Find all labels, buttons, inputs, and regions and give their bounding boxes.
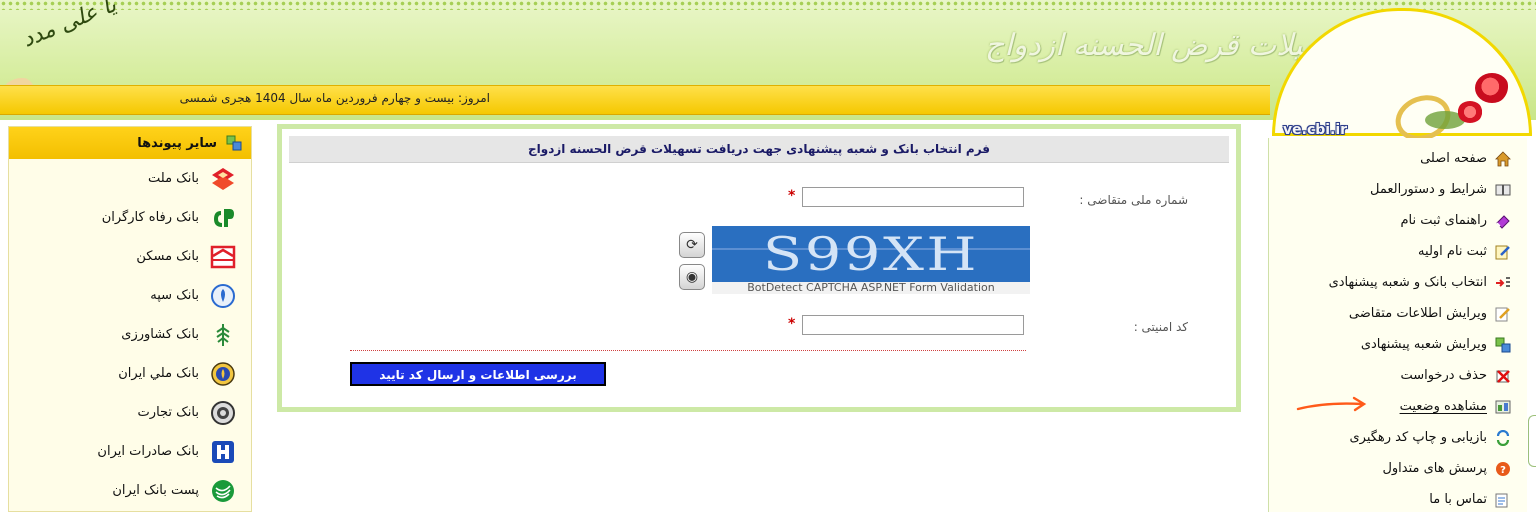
link-label: بانک ملي ایران (118, 366, 199, 381)
link-label: بانک تجارت (137, 405, 199, 420)
captcha-sound-button[interactable]: ◉ (679, 264, 705, 290)
book-icon (1495, 182, 1511, 198)
required-mark: * (788, 188, 796, 204)
national-id-input[interactable] (802, 187, 1024, 207)
link-bank-melli[interactable]: بانک ملي ایران (9, 354, 251, 393)
help-icon: ? (1495, 461, 1511, 477)
nav-item-select-branch[interactable]: انتخاب بانک و شعبه پیشنهادی (1269, 267, 1527, 298)
other-links-header: سایر پیوندها (9, 127, 251, 159)
nav-item-label: انتخاب بانک و شعبه پیشنهادی (1328, 275, 1487, 290)
nav-item-label: ویرایش اطلاعات متقاضی (1348, 306, 1487, 321)
annotation-arrow-icon (1296, 396, 1367, 412)
links-icon (225, 135, 243, 151)
nav-item-edit-branch[interactable]: ویرایش شعبه پیشنهادی (1269, 329, 1527, 360)
form-title: فرم انتخاب بانک و شعبه پیشنهادی جهت دریا… (289, 136, 1229, 163)
nav-item-label: حذف درخواست (1400, 368, 1487, 383)
svg-text:?: ? (1500, 465, 1506, 476)
link-bank-maskan[interactable]: بانک مسکن (9, 237, 251, 276)
rose-icon (1475, 73, 1509, 103)
side-tab[interactable] (1528, 415, 1536, 467)
nav-item-label: صفحه اصلی (1420, 151, 1487, 166)
refresh-icon (1495, 429, 1511, 446)
link-label: پست بانک ایران (112, 483, 199, 498)
rose-icon (1457, 101, 1483, 123)
link-bank-keshavarzi[interactable]: بانک کشاورزی (9, 315, 251, 354)
link-bank-saderat[interactable]: بانک صادرات ایران (9, 432, 251, 471)
home-icon (1495, 150, 1511, 167)
status-icon (1495, 399, 1511, 415)
link-label: بانک کشاورزی (121, 327, 199, 342)
delete-icon (1495, 368, 1511, 384)
nav-item-edit-applicant[interactable]: ویرایش اطلاعات متقاضی (1269, 298, 1527, 329)
main-navigation: صفحه اصلی شرایط و دستورالعمل راهنمای ثبت… (1268, 138, 1527, 512)
nav-item-guide[interactable]: راهنمای ثبت نام (1269, 205, 1527, 236)
nav-item-register[interactable]: ثبت نام اولیه (1269, 236, 1527, 267)
branch-selection-form: فرم انتخاب بانک و شعبه پیشنهادی جهت دریا… (277, 124, 1241, 412)
nav-item-faq[interactable]: ? پرسش های متداول (1269, 453, 1527, 484)
captcha-text: S99XH (762, 227, 980, 281)
link-label: بانک صادرات ایران (97, 444, 199, 459)
link-label: بانک سپه (150, 288, 199, 303)
bank-maskan-icon (209, 243, 237, 271)
nav-item-label: تماس با ما (1429, 492, 1487, 507)
bank-melli-icon (209, 360, 237, 388)
captcha-caption: BotDetect CAPTCHA ASP.NET Form Validatio… (712, 282, 1030, 294)
edit-form-icon (1495, 244, 1511, 260)
reload-icon: ⟳ (686, 237, 698, 253)
contact-icon (1495, 492, 1511, 508)
nav-item-retrieve-code[interactable]: بازیابی و چاپ کد رهگیری (1269, 422, 1527, 453)
nav-item-label: راهنمای ثبت نام (1400, 213, 1487, 228)
nav-item-delete-request[interactable]: حذف درخواست (1269, 360, 1527, 391)
bank-sepah-icon (209, 282, 237, 310)
submit-button[interactable]: بررسی اطلاعات و ارسال کد تایید (350, 362, 606, 386)
logo-frame: ve.cbi.ir (1272, 8, 1532, 149)
nav-item-label: پرسش های متداول (1382, 461, 1487, 476)
link-bank-tejarat[interactable]: بانک تجارت (9, 393, 251, 432)
captcha-reload-button[interactable]: ⟳ (679, 232, 705, 258)
nav-item-label: ثبت نام اولیه (1418, 244, 1487, 259)
bank-refah-icon (209, 204, 237, 232)
swap-icon (1495, 337, 1511, 353)
nav-item-terms[interactable]: شرایط و دستورالعمل (1269, 174, 1527, 205)
form-divider (350, 350, 1026, 351)
captcha-image: S99XH (712, 226, 1030, 282)
other-links-panel: سایر پیوندها بانک ملت بانک رفاه کارگران … (8, 126, 252, 512)
eraser-icon (1495, 213, 1511, 229)
nav-item-home[interactable]: صفحه اصلی (1269, 143, 1527, 174)
link-bank-sepah[interactable]: بانک سپه (9, 276, 251, 315)
link-label: بانک رفاه کارگران (101, 210, 199, 225)
nav-item-label: شرایط و دستورالعمل (1370, 182, 1487, 197)
link-label: بانک مسکن (136, 249, 199, 264)
national-id-label: شماره ملی متقاضی : (1079, 193, 1188, 207)
other-links-title: سایر پیوندها (137, 135, 217, 151)
nav-item-label: مشاهده وضعیت (1399, 399, 1487, 414)
link-label: بانک ملت (148, 171, 199, 186)
nav-item-contact[interactable]: تماس با ما (1269, 484, 1527, 515)
today-date: امروز: بیست و چهارم فروردین ماه سال 1404… (179, 91, 490, 105)
link-bank-mellat[interactable]: بانک ملت (9, 159, 251, 198)
speaker-icon: ◉ (685, 269, 699, 285)
bank-tejarat-icon (209, 399, 237, 427)
logo-panel: ve.cbi.ir (1266, 0, 1536, 149)
edit-icon (1495, 306, 1511, 322)
bank-saderat-icon (209, 438, 237, 466)
post-bank-icon (209, 477, 237, 505)
link-bank-refah[interactable]: بانک رفاه کارگران (9, 198, 251, 237)
site-domain: ve.cbi.ir (1283, 122, 1348, 138)
arrow-list-icon (1495, 275, 1511, 291)
nav-item-label: بازیابی و چاپ کد رهگیری (1349, 430, 1487, 445)
nav-item-label: ویرایش شعبه پیشنهادی (1360, 337, 1487, 352)
link-post-bank[interactable]: پست بانک ایران (9, 471, 251, 510)
bank-mellat-icon (209, 165, 237, 193)
bank-keshavarzi-icon (209, 321, 237, 349)
security-code-label: کد امنیتی : (1133, 320, 1188, 334)
security-code-input[interactable] (802, 315, 1024, 335)
required-mark: * (788, 316, 796, 332)
